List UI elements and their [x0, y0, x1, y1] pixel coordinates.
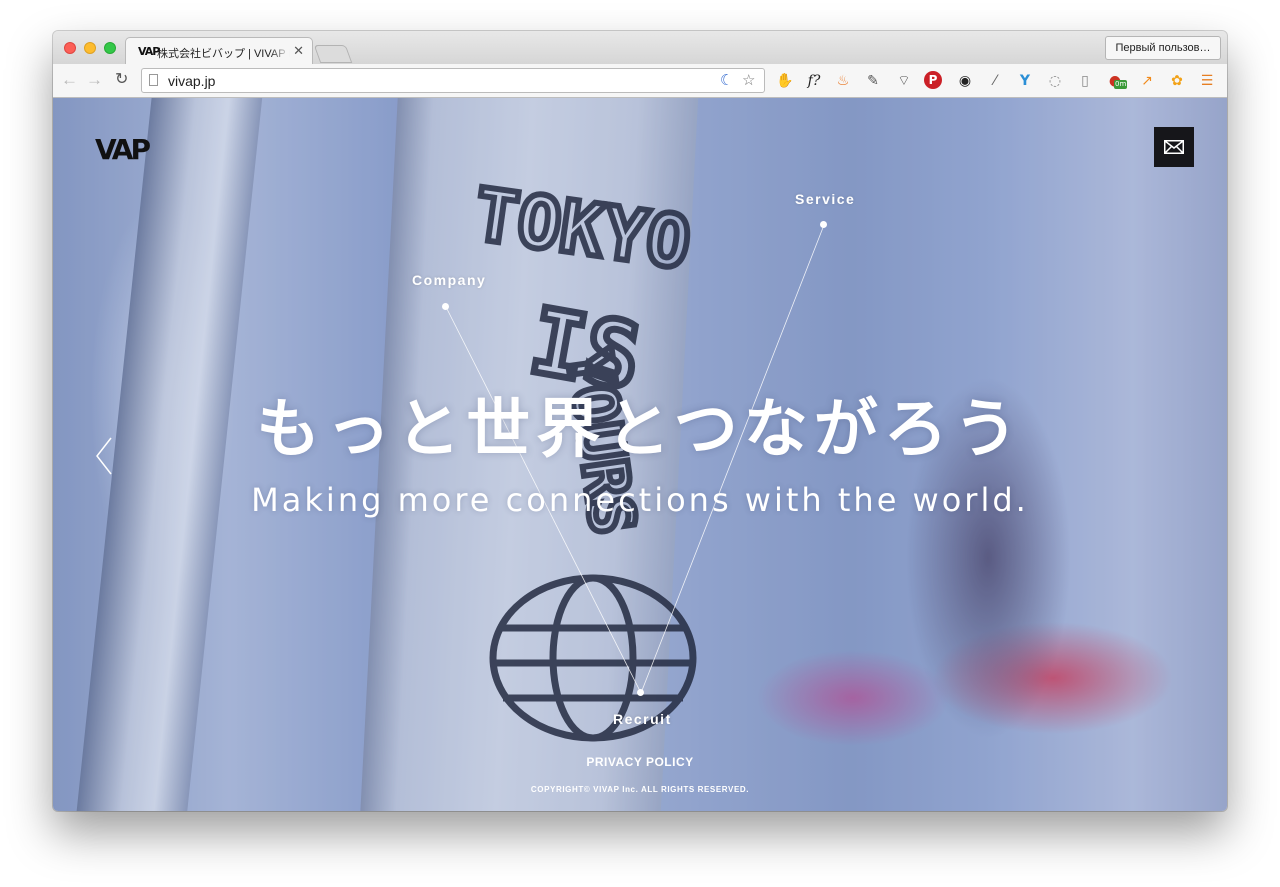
tab-title: 株式会社ビバップ | VIVAP Inc.: [157, 48, 290, 60]
reader-icon[interactable]: ▯: [1075, 71, 1095, 91]
page-icon: [149, 74, 158, 86]
pinterest-icon[interactable]: P: [924, 71, 942, 89]
tab-close-icon[interactable]: ✕: [293, 43, 304, 59]
extension-badge: 0m: [1114, 80, 1128, 89]
chart-icon[interactable]: ↗: [1137, 71, 1157, 91]
url-input[interactable]: [168, 69, 708, 92]
pocket-icon[interactable]: ⌔: [894, 71, 914, 91]
close-window-button[interactable]: [64, 42, 76, 54]
maximize-window-button[interactable]: [104, 42, 116, 54]
copyright-text: COPYRIGHT© VIVAP Inc. ALL RIGHTS RESERVE…: [530, 785, 750, 794]
moon-icon[interactable]: ☾: [720, 72, 733, 89]
page-content: TOKYO IS YOURS VAP Company Service Recru…: [53, 98, 1227, 811]
hero-headline-japanese: もっと世界とつながろう: [256, 393, 1024, 467]
browser-toolbar: ← → ↻ ☾ ☆ ✋ f? ♨ ✎ ⌔ P ◉ ⁄ Y ◌ ▯ ● 0m ↗ …: [53, 64, 1227, 98]
menu-icon[interactable]: ☰: [1197, 71, 1217, 91]
address-bar[interactable]: ☾ ☆: [141, 68, 765, 93]
evernote-icon[interactable]: ✎: [863, 71, 883, 91]
nav-service-dot[interactable]: [820, 221, 827, 228]
minimize-window-button[interactable]: [84, 42, 96, 54]
camera-lens-icon[interactable]: ◉: [955, 71, 975, 91]
circle-icon[interactable]: ◌: [1045, 71, 1065, 91]
eyedropper-icon[interactable]: ⁄: [985, 71, 1005, 91]
nav-company[interactable]: Company: [412, 272, 486, 288]
browser-window: VAP 株式会社ビバップ | VIVAP Inc. ✕ Первый польз…: [53, 31, 1227, 811]
badge-icon[interactable]: ● 0m: [1105, 71, 1128, 91]
bookmark-star-icon[interactable]: ☆: [742, 72, 755, 89]
forward-arrow-icon[interactable]: →: [86, 71, 103, 89]
new-tab-button[interactable]: [313, 45, 353, 63]
hero-headline-english: Making more connections with the world.: [251, 481, 1029, 519]
y-icon[interactable]: Y: [1015, 71, 1035, 91]
profile-button[interactable]: Первый пользов…: [1105, 36, 1221, 60]
fire-icon[interactable]: ♨: [833, 71, 853, 91]
nav-company-dot[interactable]: [442, 303, 449, 310]
nav-service[interactable]: Service: [795, 191, 855, 207]
function-icon[interactable]: f?: [804, 71, 824, 91]
adblock-icon[interactable]: ✋: [775, 71, 795, 91]
nav-recruit[interactable]: Recruit: [613, 711, 672, 727]
privacy-policy-link[interactable]: PRIVACY POLICY: [53, 755, 1227, 769]
nav-recruit-dot[interactable]: [637, 689, 644, 696]
reload-icon[interactable]: ↻: [115, 71, 128, 89]
paw-icon[interactable]: ✿: [1167, 71, 1187, 91]
browser-tab[interactable]: VAP 株式会社ビバップ | VIVAP Inc. ✕: [125, 37, 313, 64]
tab-strip: VAP 株式会社ビバップ | VIVAP Inc. ✕ Первый польз…: [53, 31, 1227, 64]
back-arrow-icon[interactable]: ←: [61, 71, 78, 89]
